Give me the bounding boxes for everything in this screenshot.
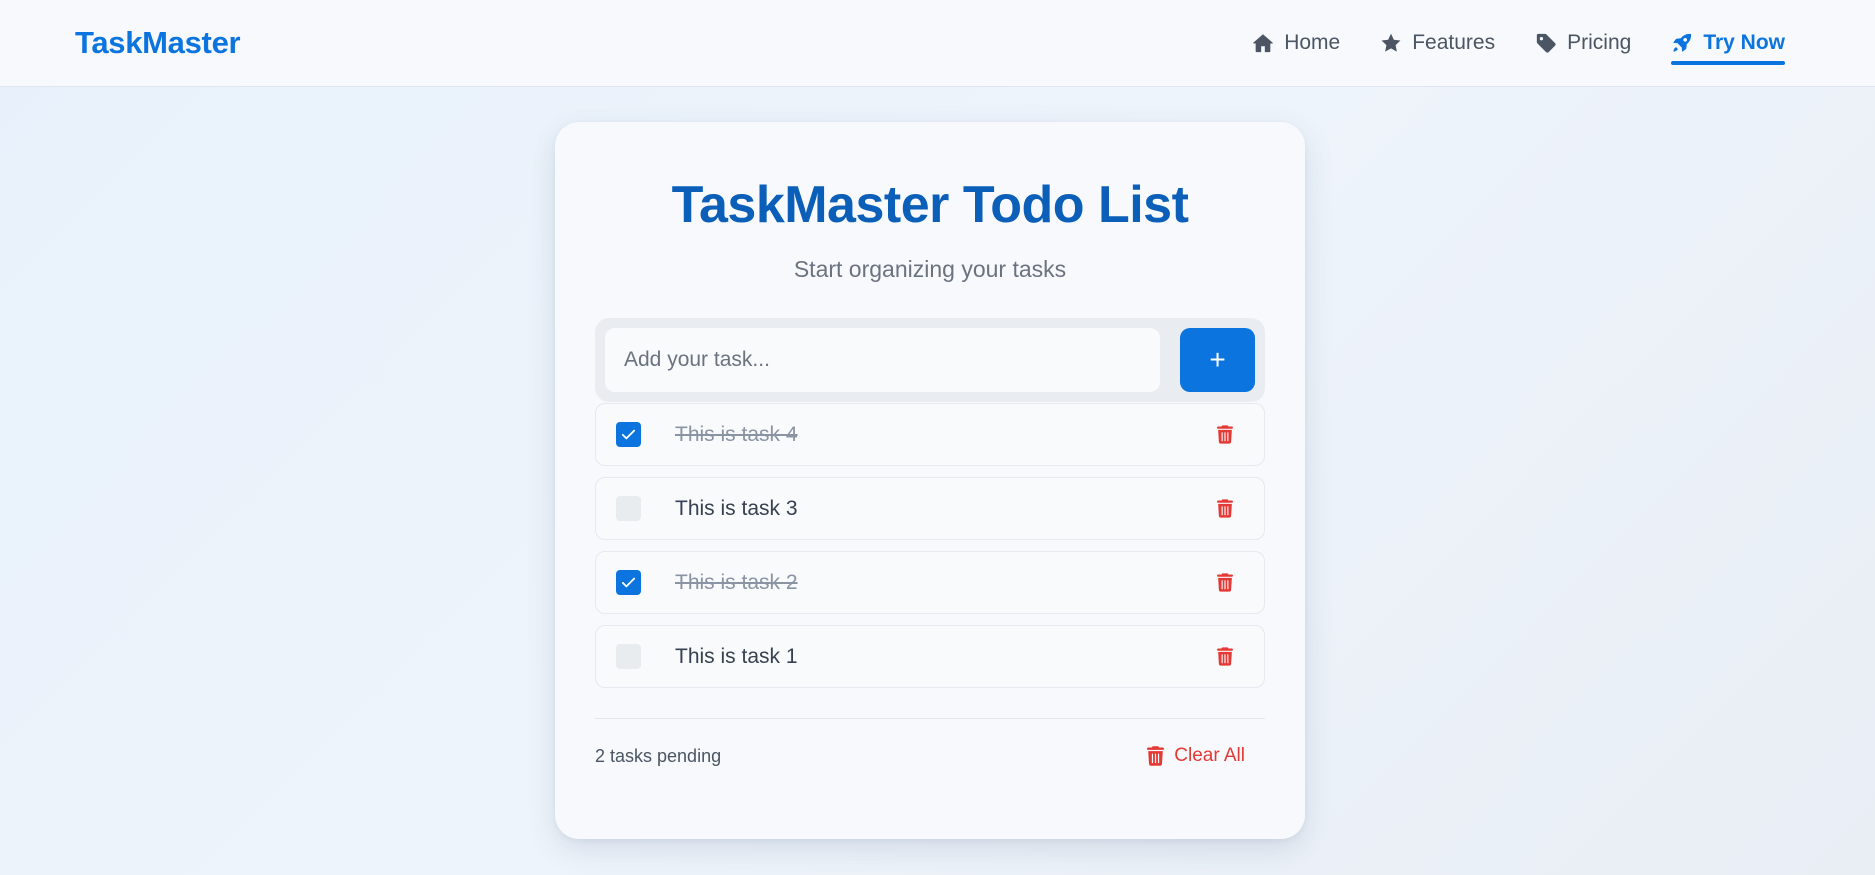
nav-pricing[interactable]: Pricing xyxy=(1535,0,1631,86)
main-nav: Home Features Pricing Try Now xyxy=(1252,0,1785,86)
task-text: This is task 2 xyxy=(675,570,798,594)
task-list: This is task 4 This is task 3 This is ta… xyxy=(595,403,1265,688)
nav-features-label: Features xyxy=(1412,31,1496,54)
checkmark-icon xyxy=(621,429,636,440)
brand-logo[interactable]: TaskMaster xyxy=(75,25,241,61)
task-item: This is task 3 xyxy=(595,477,1265,540)
nav-home[interactable]: Home xyxy=(1252,0,1340,86)
task-input[interactable] xyxy=(605,328,1160,392)
rocket-icon xyxy=(1673,33,1692,52)
home-icon xyxy=(1253,34,1273,53)
checkmark-icon xyxy=(621,577,636,588)
delete-task-button[interactable] xyxy=(1214,498,1236,520)
nav-try-now-label: Try Now xyxy=(1703,31,1785,54)
todo-card: TaskMaster Todo List Start organizing yo… xyxy=(555,122,1305,839)
nav-home-label: Home xyxy=(1284,31,1341,54)
delete-task-button[interactable] xyxy=(1214,572,1236,594)
star-icon xyxy=(1381,33,1401,52)
task-checkbox[interactable] xyxy=(616,570,641,595)
task-item: This is task 4 xyxy=(595,403,1265,466)
nav-features[interactable]: Features xyxy=(1380,0,1495,86)
task-text: This is task 1 xyxy=(675,644,798,668)
footer-divider xyxy=(595,718,1265,719)
task-checkbox[interactable] xyxy=(616,422,641,447)
delete-task-button[interactable] xyxy=(1214,646,1236,668)
card-footer: 2 tasks pending Clear All xyxy=(595,745,1265,767)
trash-icon xyxy=(1217,425,1233,444)
top-navbar: TaskMaster Home Features Pricing Try Now xyxy=(0,0,1875,87)
task-text: This is task 4 xyxy=(675,422,798,446)
delete-task-button[interactable] xyxy=(1214,424,1236,446)
page-title: TaskMaster Todo List xyxy=(671,176,1189,234)
trash-icon xyxy=(1217,573,1233,592)
trash-icon xyxy=(1217,647,1233,666)
page-subtitle: Start organizing your tasks xyxy=(793,256,1067,282)
pending-count: 2 tasks pending xyxy=(595,745,722,766)
tag-icon xyxy=(1536,33,1556,53)
nav-try-now[interactable]: Try Now xyxy=(1671,0,1785,86)
clear-all-label: Clear All xyxy=(1174,745,1245,766)
trash-icon xyxy=(1217,499,1233,518)
add-task-button[interactable]: + xyxy=(1180,328,1255,392)
task-item: This is task 2 xyxy=(595,551,1265,614)
task-text: This is task 3 xyxy=(675,496,798,520)
task-item: This is task 1 xyxy=(595,625,1265,688)
add-task-bar: + xyxy=(595,318,1265,402)
clear-all-button[interactable]: Clear All xyxy=(1147,745,1245,767)
task-checkbox[interactable] xyxy=(616,644,641,669)
nav-pricing-label: Pricing xyxy=(1567,31,1632,54)
task-checkbox[interactable] xyxy=(616,496,641,521)
trash-icon xyxy=(1147,746,1165,766)
